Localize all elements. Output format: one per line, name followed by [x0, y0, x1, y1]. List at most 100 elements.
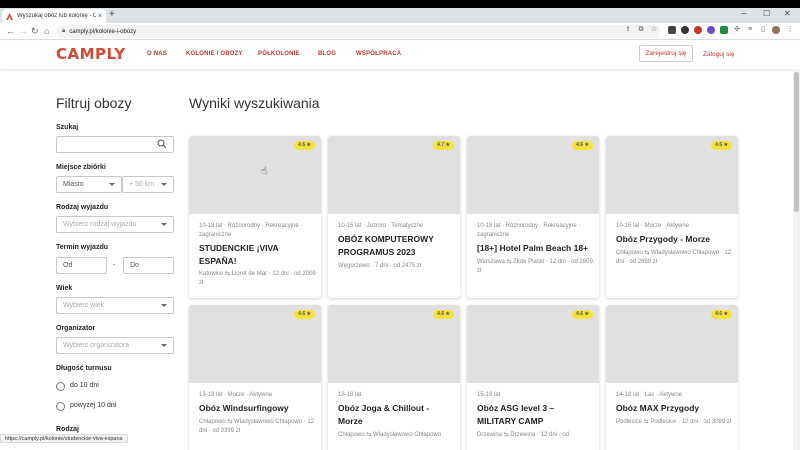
reload-icon[interactable]: ↻ [31, 25, 39, 37]
extension-1-icon[interactable] [668, 26, 676, 34]
chevron-down-icon [161, 304, 167, 307]
chevron-down-icon [109, 183, 115, 186]
camp-card[interactable]: 4.6 ★ 10-18 lat · Różnorodny · Rekreacyj… [467, 136, 599, 298]
camp-route: Drzewina ⇆ Drzewina · 12 dni · od [477, 432, 570, 438]
nav-polkolonie[interactable]: PÓŁKOLONIE [258, 51, 300, 57]
radius-select[interactable]: + 50 km [122, 176, 174, 193]
screen-top-bar [0, 0, 800, 8]
reading-list-icon[interactable]: ≡ [746, 26, 754, 34]
rating-badge: 4.6 ★ [294, 141, 315, 150]
camp-card[interactable]: 4.6 ★ 15-18 lat Obóz ASG level 3 – MILIT… [467, 305, 599, 450]
address-bar[interactable]: 🔒︎ camply.pl/kolonie-i-obozy [56, 25, 660, 38]
window-close-icon[interactable]: ✕ [784, 9, 791, 18]
nav-o-nas[interactable]: O NAS [147, 51, 167, 57]
date-to-placeholder: Do [130, 262, 139, 269]
camp-meta: 10-15 lat · Morze · Aktywne [616, 223, 690, 229]
age-select[interactable]: Wybierz wiek [56, 297, 174, 314]
extension-5-icon[interactable] [720, 26, 728, 34]
camp-route: Katowice ⇆ Lloret de Mar · 12 dni · od 2… [199, 271, 316, 286]
menu-kebab-icon[interactable]: ⋮ [786, 26, 794, 34]
organizer-select[interactable]: Wybierz organizatora [56, 337, 174, 354]
extension-3-icon[interactable] [694, 26, 702, 34]
rating-badge: 4.6 ★ [572, 310, 593, 319]
tab-close-icon[interactable]: × [98, 13, 102, 20]
status-url-bar: https://camply.pl/kolonie/studenckie-viv… [0, 434, 128, 443]
scrollbar-thumb[interactable] [794, 72, 799, 212]
camp-card[interactable]: 4.6 ★ 14-18 lat · Las · Aktywne Obóz MAX… [606, 305, 738, 450]
city-select[interactable]: Miasto [56, 176, 122, 193]
extension-4-icon[interactable] [707, 26, 715, 34]
camp-title[interactable]: Obóz Joga & Chillout - Morze [338, 402, 454, 427]
kind-label: Rodzaj [56, 426, 79, 433]
extension-2-icon[interactable] [681, 26, 689, 34]
camply-favicon-icon [6, 12, 13, 20]
register-button[interactable]: Zarejestruj się [639, 45, 693, 62]
camply-logo[interactable]: CAMPLY [56, 45, 126, 63]
camp-title[interactable]: Obóz MAX Przygody [616, 402, 732, 415]
mouse-pointer-icon: ☝︎ [261, 166, 268, 177]
nav-wspolpraca[interactable]: WSPÓŁPRACA [356, 51, 401, 57]
rating-badge: 4.6 ★ [433, 310, 454, 319]
trip-type-placeholder: Wybierz rodzaj wyjazdu [63, 221, 137, 228]
duration-option-short[interactable]: do 10 dni [70, 382, 99, 389]
back-icon[interactable]: ← [6, 25, 15, 37]
browser-window: { "browser": { "tab_title": "Wyszukaj ob… [0, 0, 800, 450]
camp-card[interactable]: 4.7 ★ 10-15 lat · Jezioro · Tematyczne O… [328, 136, 460, 298]
rating-badge: 4.6 ★ [711, 141, 732, 150]
tab-strip [0, 8, 800, 23]
camp-route: Chłapowo ⇆ Władysławowo Chłapowo · 12 dn… [616, 250, 732, 265]
forward-icon[interactable]: → [19, 25, 28, 37]
duration-radio-short[interactable] [56, 382, 65, 391]
location-label: Miejsce zbiórki [56, 164, 106, 171]
camp-route: Podlesice ⇆ Podlesice · 12 dni · od 3099… [616, 419, 732, 425]
profile-avatar[interactable] [772, 26, 780, 34]
camp-route: Chłapowo ⇆ Władysławowo Chłapowo · 12 dn… [199, 419, 315, 434]
camp-card[interactable]: 4.6 ★ 10-18 lat · Różnorodny · Rekreacyj… [189, 136, 321, 298]
duration-radio-long[interactable] [56, 402, 65, 411]
city-value: Miasto [63, 181, 84, 188]
nav-kolonie-i-obozy[interactable]: KOLONIE I OBOZY [186, 51, 243, 57]
date-from-input[interactable]: Od [56, 257, 107, 274]
rating-badge: 4.6 ★ [711, 310, 732, 319]
browser-tab[interactable]: Wyszukaj obóz lub kolonię - Ca… × [2, 9, 106, 23]
share-icon[interactable]: ⇪ [624, 26, 632, 34]
nav-blog[interactable]: BLOG [318, 51, 336, 57]
camp-meta: 10-15 lat · Jezioro · Tematyczne [338, 223, 424, 229]
duration-option-long[interactable]: powyżej 10 dni [70, 402, 116, 409]
camp-title[interactable]: Obóz Windsurfingowy [199, 402, 315, 415]
radius-value: + 50 km [129, 181, 155, 188]
open-in-icon[interactable]: ⧉ [637, 26, 645, 34]
extensions-puzzle-icon[interactable]: ✣ [733, 26, 741, 34]
camp-title[interactable]: Obóz ASG level 3 – MILITARY CAMP [477, 402, 593, 427]
camp-meta: 10-18 lat · Różnorodny · Rekreacyjne · z… [199, 223, 303, 238]
bookmark-star-icon[interactable]: ☆ [650, 26, 658, 34]
date-label: Termin wyjazdu [56, 244, 108, 251]
date-from-placeholder: Od [63, 262, 73, 269]
tab-title: Wyszukaj obóz lub kolonię - Ca… [17, 13, 96, 19]
search-input[interactable] [56, 136, 174, 153]
camp-title[interactable]: OBÓZ KOMPUTEROWY PROGRAMUS 2023 [338, 233, 454, 258]
rating-badge: 4.6 ★ [294, 310, 315, 319]
trip-type-label: Rodzaj wyjazdu [56, 204, 109, 211]
camp-card[interactable]: 4.6 ★ 13-18 lat Obóz Joga & Chillout - M… [328, 305, 460, 450]
trip-type-select[interactable]: Wybierz rodzaj wyjazdu [56, 216, 174, 233]
camp-title[interactable]: STUDENCKIE ¡VIVA ESPAÑA! [199, 242, 315, 267]
maximize-icon[interactable]: ☐ [763, 9, 770, 18]
camp-route: Węgorzewo · 7 dni · od 2475 zł [338, 263, 422, 269]
camp-card[interactable]: 4.6 ★ 10-15 lat · Morze · Aktywne Obóz P… [606, 136, 738, 298]
new-tab-button[interactable]: + [109, 9, 115, 21]
camp-route: Chłapowo ⇆ Władysławowo Chłapowo [338, 432, 442, 438]
home-icon[interactable]: ⌂ [44, 25, 49, 37]
side-panel-icon[interactable]: ▯ [759, 26, 767, 34]
camp-card[interactable]: 4.6 ★ 13-18 lat · Morze · Aktywne Obóz W… [189, 305, 321, 450]
address-url: camply.pl/kolonie-i-obozy [69, 28, 137, 35]
minimize-icon[interactable]: ─ [741, 9, 747, 18]
duration-label: Długość turnusu [56, 365, 112, 372]
date-to-input[interactable]: Do [123, 257, 174, 274]
chevron-down-icon [161, 223, 167, 226]
login-link[interactable]: Zaloguj się [703, 51, 734, 58]
camp-meta: 14-18 lat · Las · Aktywne [616, 392, 683, 398]
age-label: Wiek [56, 285, 73, 292]
camp-title[interactable]: Obóz Przygody - Morze [616, 233, 732, 246]
camp-title[interactable]: [18+] Hotel Palm Beach 18+ [477, 242, 593, 255]
